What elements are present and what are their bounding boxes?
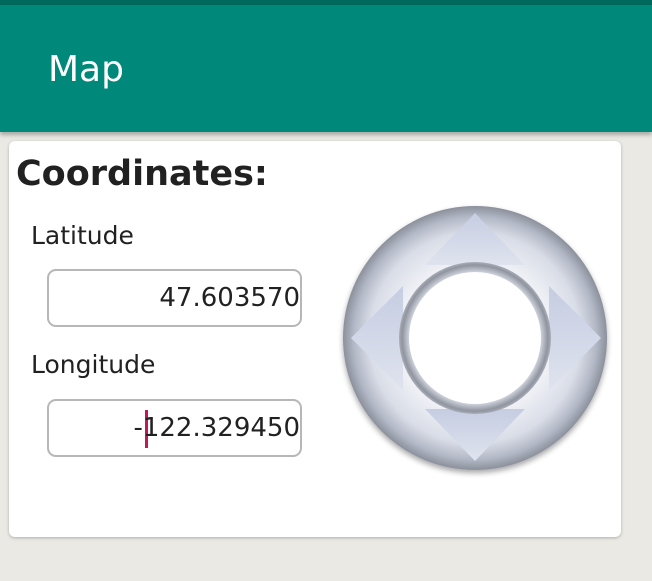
latitude-label: Latitude — [31, 221, 134, 250]
latitude-field[interactable]: 47.603570 — [47, 269, 302, 327]
longitude-field[interactable]: -122.329450 — [47, 399, 302, 457]
latitude-value: 47.603570 — [159, 283, 300, 313]
dpad-control — [333, 193, 623, 483]
app-title: Map — [48, 49, 124, 90]
dpad-icon — [343, 206, 607, 470]
app-bar: Map — [0, 5, 652, 132]
coordinates-heading: Coordinates: — [16, 154, 268, 194]
longitude-value: -122.329450 — [133, 413, 300, 443]
coordinates-card: Coordinates: Latitude 47.603570 Longitud… — [9, 141, 621, 537]
dpad-center-button[interactable] — [409, 272, 541, 404]
longitude-label: Longitude — [31, 350, 156, 379]
